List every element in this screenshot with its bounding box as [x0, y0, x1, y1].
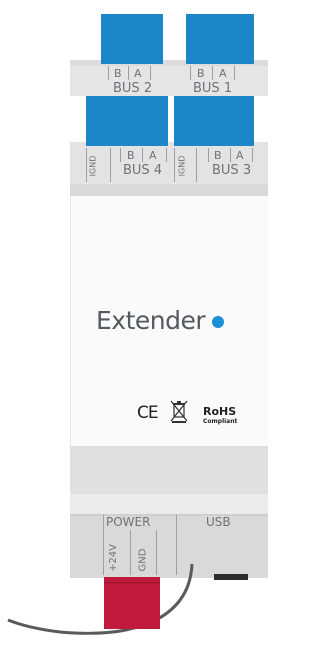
bus2-label: BUS 2: [113, 81, 153, 96]
bus2-pin-a: A: [134, 67, 142, 80]
bus3-pin-a: A: [236, 149, 244, 162]
bus1-connector[interactable]: [186, 14, 254, 64]
bus1-pin-b: B: [197, 67, 205, 80]
rohs-mark: RoHS: [203, 405, 237, 418]
bus4-label: BUS 4: [123, 163, 163, 178]
brand-logo: Extender: [96, 306, 225, 336]
power-connector[interactable]: [104, 577, 160, 629]
bus3-connector[interactable]: [174, 96, 254, 146]
bus4-pin-a: A: [149, 149, 157, 162]
ce-mark: CE: [137, 403, 159, 423]
power-label: POWER: [106, 515, 151, 529]
bus1-label: BUS 1: [193, 81, 233, 96]
power-pin-24v: +24V: [107, 544, 119, 572]
bus3-pin-b: B: [214, 149, 222, 162]
rohs-compliant-text: Compliant: [203, 418, 238, 425]
bus2-connector[interactable]: [101, 14, 163, 64]
bus4-pin-ignd: IGND: [88, 155, 98, 177]
bus3-label: BUS 3: [212, 163, 252, 178]
power-connector-ridge: [104, 582, 160, 584]
usb-label: USB: [206, 515, 231, 529]
bus4-connector[interactable]: [86, 96, 168, 146]
weee-bin-icon: [170, 400, 188, 424]
bus4-pin-b: B: [127, 149, 135, 162]
brand-name: Extender: [96, 306, 206, 335]
brand-dot-icon: [212, 316, 225, 328]
bus2-pin-b: B: [114, 67, 122, 80]
power-pin-gnd: GND: [137, 548, 149, 572]
bus1-pin-a: A: [219, 67, 227, 80]
bus3-pin-ignd: IGND: [177, 155, 187, 177]
usb-port[interactable]: [214, 574, 248, 580]
